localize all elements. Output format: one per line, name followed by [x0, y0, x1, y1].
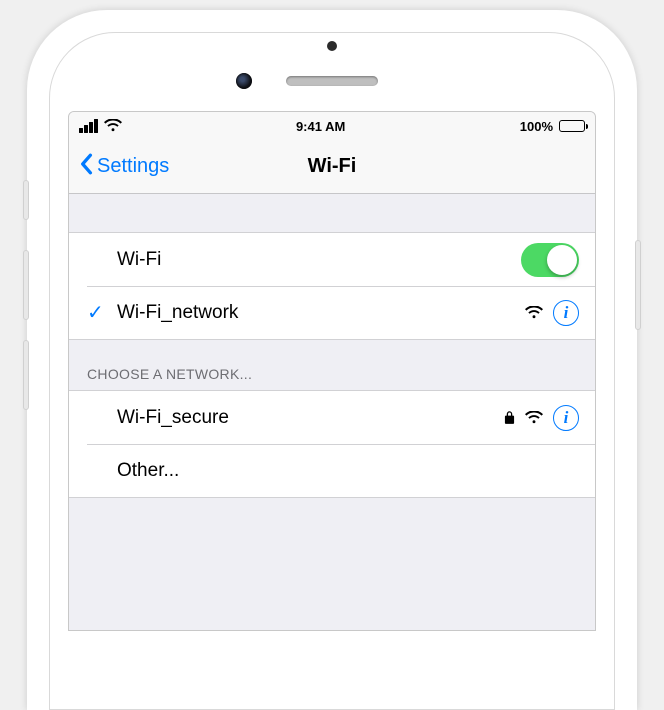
volume-up-button — [23, 250, 29, 320]
cellular-signal-icon — [79, 119, 98, 133]
lock-icon — [504, 410, 515, 425]
battery-icon — [559, 120, 585, 132]
available-network-row[interactable]: Wi-Fi_secure i — [69, 390, 595, 444]
volume-down-button — [23, 340, 29, 410]
choose-network-header: CHOOSE A NETWORK... — [69, 340, 595, 390]
screen: 9:41 AM 100% Settings Wi-Fi — [68, 111, 596, 631]
info-icon[interactable]: i — [553, 300, 579, 326]
earpiece-speaker — [286, 76, 378, 86]
wifi-toggle[interactable] — [521, 243, 579, 277]
back-button[interactable]: Settings — [79, 153, 169, 181]
wifi-signal-icon — [525, 411, 543, 425]
mute-switch — [23, 180, 29, 220]
nav-bar: Settings Wi-Fi — [69, 140, 595, 194]
connected-network-name: Wi-Fi_network — [117, 302, 525, 324]
checkmark-icon: ✓ — [87, 300, 104, 325]
info-icon[interactable]: i — [553, 405, 579, 431]
status-time: 9:41 AM — [296, 119, 345, 134]
available-network-name: Wi-Fi_secure — [117, 407, 504, 429]
sensor-bar — [68, 51, 596, 111]
other-network-label: Other... — [117, 460, 579, 482]
front-camera — [236, 73, 252, 89]
connected-network-row[interactable]: ✓ Wi-Fi_network i — [69, 286, 595, 340]
power-button — [635, 240, 641, 330]
chevron-left-icon — [79, 153, 93, 181]
back-label: Settings — [97, 155, 169, 178]
phone-frame: 9:41 AM 100% Settings Wi-Fi — [27, 10, 637, 710]
wifi-status-icon — [104, 119, 122, 133]
wifi-toggle-label: Wi-Fi — [117, 249, 521, 271]
proximity-sensor — [327, 41, 337, 51]
battery-percentage: 100% — [520, 119, 553, 134]
other-network-row[interactable]: Other... — [69, 444, 595, 498]
wifi-signal-icon — [525, 306, 543, 320]
status-bar: 9:41 AM 100% — [69, 112, 595, 140]
wifi-toggle-row: Wi-Fi — [69, 232, 595, 286]
